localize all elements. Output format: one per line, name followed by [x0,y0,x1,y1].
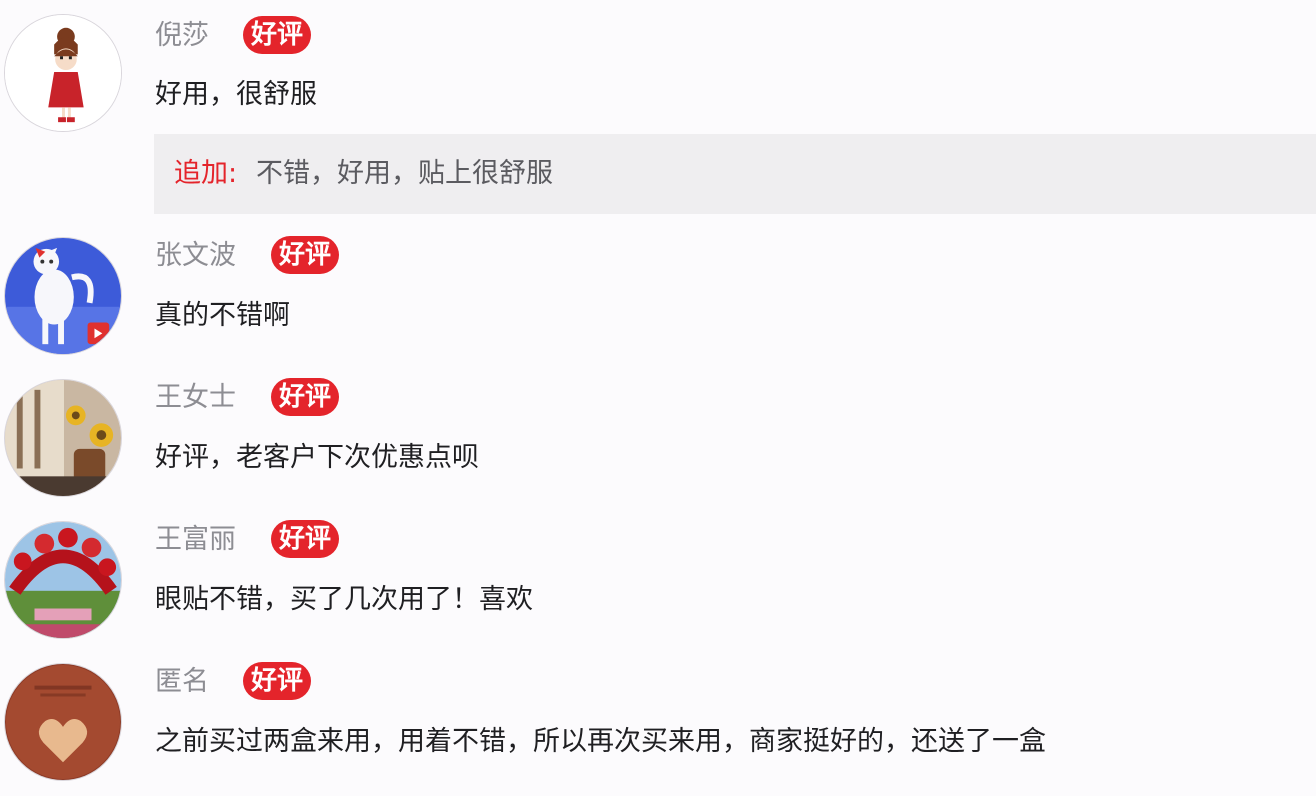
review-item: 倪莎 好评 好用，很舒服 追加: 不错，好用，贴上很舒服 [0,0,1316,220]
girl-cartoon-avatar [5,15,121,131]
username: 匿名 [155,666,209,697]
review-text: 好评，老客户下次优惠点呗 [155,442,479,473]
append-text: 不错，好用，贴上很舒服 [256,158,553,189]
good-review-badge: 好评 [271,520,340,558]
good-review-badge: 好评 [243,16,312,54]
username: 王女士 [155,382,236,413]
username: 倪莎 [155,20,209,51]
good-review-badge: 好评 [271,378,340,416]
avatar[interactable] [4,379,122,497]
review-text: 之前买过两盒来用，用着不错，所以再次买来用，商家挺好的，还送了一盒 [155,726,1046,757]
good-review-badge: 好评 [243,662,312,700]
avatar[interactable] [4,663,122,781]
avatar[interactable] [4,521,122,639]
good-review-badge: 好评 [271,236,340,274]
flower-garden-avatar [5,522,121,638]
white-cat-avatar [5,238,121,354]
append-review-box: 追加: 不错，好用，贴上很舒服 [154,134,1316,214]
append-label: 追加: [174,158,238,189]
review-text: 真的不错啊 [155,300,290,331]
username: 张文波 [155,240,236,271]
review-text: 好用，很舒服 [155,79,317,110]
review-text: 眼贴不错，买了几次用了！喜欢 [155,584,533,615]
avatar[interactable] [4,237,122,355]
username: 王富丽 [155,524,236,555]
heart-card-avatar [5,664,121,780]
sunflower-room-avatar [5,380,121,496]
avatar[interactable] [4,14,122,132]
